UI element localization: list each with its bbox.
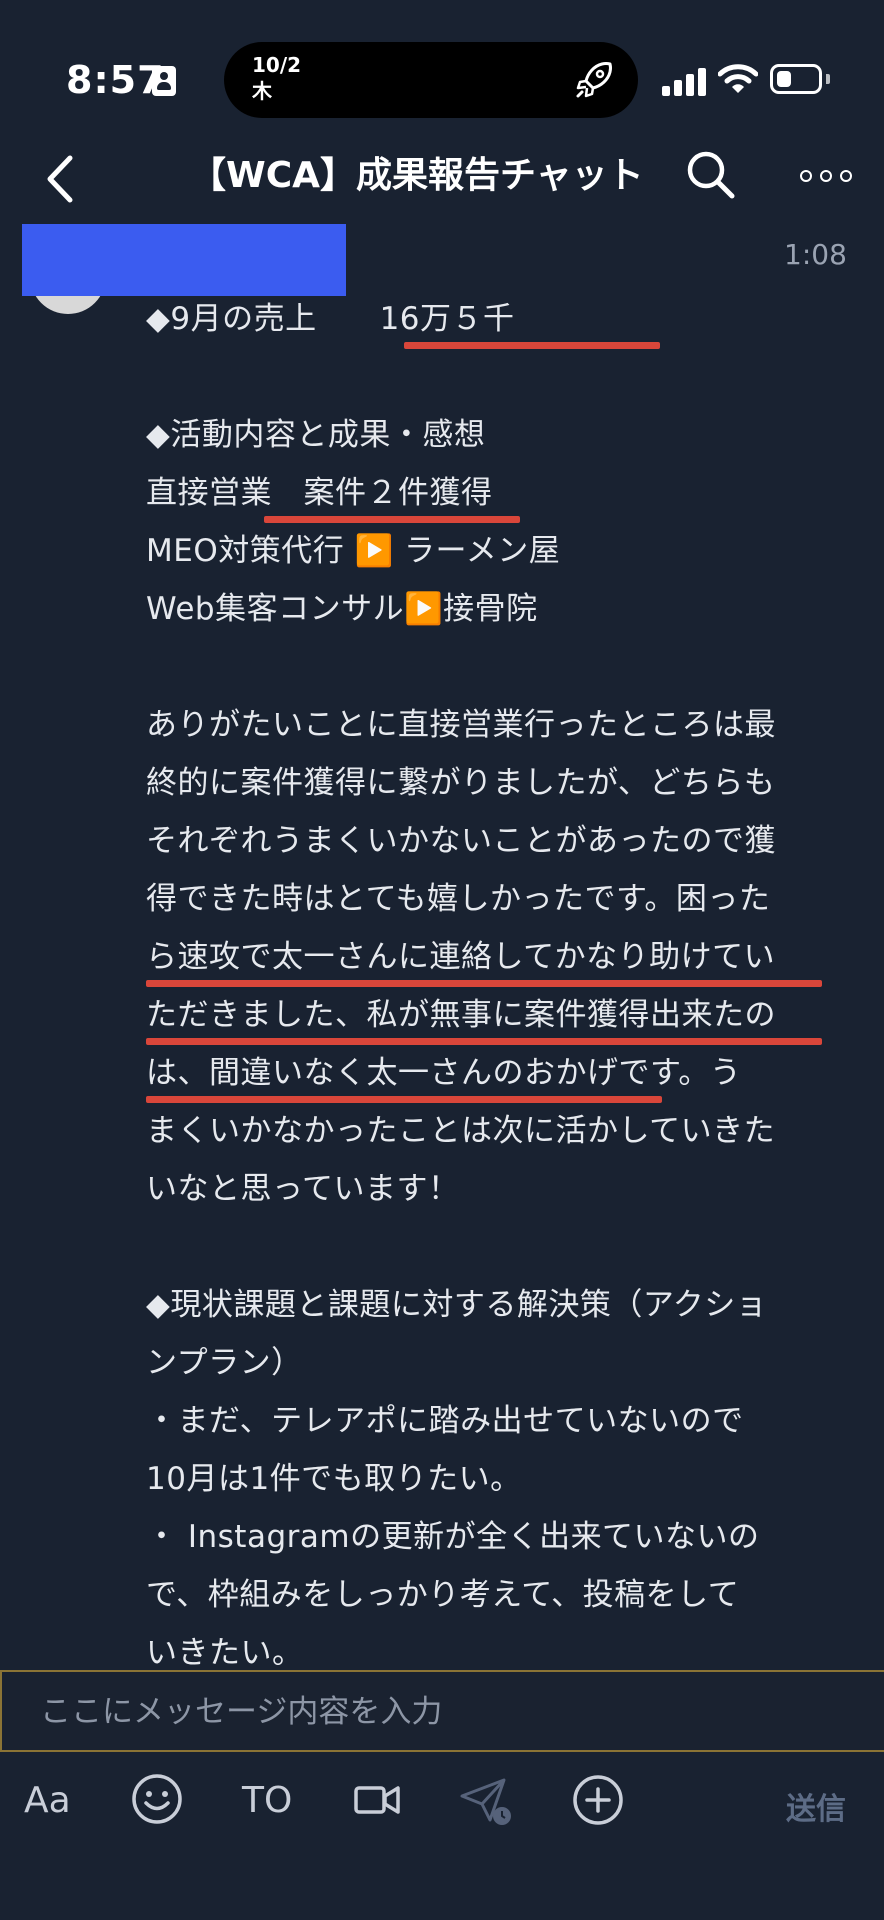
add-icon[interactable] [570, 1772, 626, 1828]
composer-toolbar: Aa TO 送信 [0, 1752, 884, 1920]
chat-title: 【WCA】成果報告チャット [190, 155, 644, 196]
message-line: 10月は1件でも取りたい。 [146, 1461, 522, 1497]
message-line: ◆活動内容と成果・感想 [146, 417, 486, 453]
rocket-icon [576, 62, 612, 98]
emoji-icon[interactable] [130, 1772, 184, 1826]
battery-nub [826, 74, 830, 84]
message-line [146, 1218, 846, 1276]
highlight-underline [146, 1038, 822, 1045]
contact-card-icon [152, 66, 176, 96]
message-line: いきたい。 [146, 1635, 304, 1670]
message-timestamp: 1:08 [784, 238, 847, 271]
message-line: Web集客コンサル▶️接骨院 [146, 591, 538, 627]
highlight-underline [146, 1096, 662, 1103]
island-date: 10/2 木 [252, 52, 301, 104]
font-format-button[interactable]: Aa [24, 1780, 71, 1821]
message-line: それぞれうまくいかないことがあったので獲 [146, 823, 776, 859]
message-line: ありがたいことに直接営業行ったところは最 [146, 707, 776, 743]
highlight-underline [264, 516, 520, 523]
message-line: ンプラン） [146, 1345, 303, 1381]
more-options-icon[interactable] [800, 168, 854, 188]
highlight-underline [404, 342, 660, 349]
message-body: ◆9月の売上 16万５千 ◆活動内容と成果・感想 直接営業 案件２件獲得 MEO対策代… [146, 290, 846, 1670]
highlight-underline [146, 980, 822, 987]
message-line [146, 348, 846, 406]
message-line: ・まだ、テレアポに踏み出せていないので [146, 1403, 744, 1439]
cellular-signal-icon [662, 66, 706, 96]
message-line: ら速攻で太一さんに連絡してかなり助けてい [146, 939, 776, 975]
message-line: MEO対策代行 ▶️ ラーメン屋 [146, 533, 561, 569]
message-line: 終的に案件獲得に繋がりましたが、どちらも [146, 765, 776, 801]
battery-icon [770, 64, 822, 94]
message-line [146, 638, 846, 696]
island-date-line1: 10/2 [252, 53, 302, 77]
chat-messages[interactable]: 1:08 ◆9月の売上 16万５千 ◆活動内容と成果・感想 直接営業 案件２件獲得 M… [0, 220, 884, 1670]
to-mention-button[interactable]: TO [242, 1780, 292, 1821]
message-line: は、間違いなく太一さんのおかげです。う [146, 1055, 742, 1091]
message-line: いなと思っています！ [146, 1171, 460, 1207]
message-line: ただきました、私が無事に案件獲得出来たの [146, 997, 776, 1033]
message-line: ◆9月の売上 16万５千 [146, 301, 515, 337]
message-line: ・ Instagramの更新が全く出来ていないの [146, 1519, 760, 1555]
video-call-icon[interactable] [352, 1772, 404, 1826]
chat-header: 【WCA】成果報告チャット [0, 140, 884, 220]
message-line: で、枠組みをしっかり考えて、投稿をして [146, 1577, 740, 1613]
search-icon[interactable] [684, 148, 738, 202]
send-button[interactable]: 送信 [786, 1784, 846, 1828]
message-line: 直接営業 案件２件獲得 [146, 475, 493, 511]
wifi-icon [718, 64, 758, 93]
status-bar: 8:57 10/2 木 [0, 0, 884, 140]
message-line: ◆現状課題と課題に対する解決策（アクショ [146, 1287, 768, 1323]
redacted-sender-name [22, 224, 346, 296]
message-input-placeholder: ここにメッセージ内容を入力 [40, 1694, 443, 1730]
island-date-line2: 木 [252, 79, 272, 103]
message-input[interactable]: ここにメッセージ内容を入力 [0, 1670, 884, 1752]
message-line: 得できた時はとても嬉しかったです。困った [146, 881, 771, 917]
dynamic-island: 10/2 木 [224, 42, 638, 118]
back-arrow-icon[interactable] [42, 152, 76, 206]
scheduled-send-icon[interactable] [456, 1772, 516, 1832]
clock: 8:57 [66, 58, 165, 102]
message-line: まくいかなかったことは次に活かしていきた [146, 1113, 776, 1149]
